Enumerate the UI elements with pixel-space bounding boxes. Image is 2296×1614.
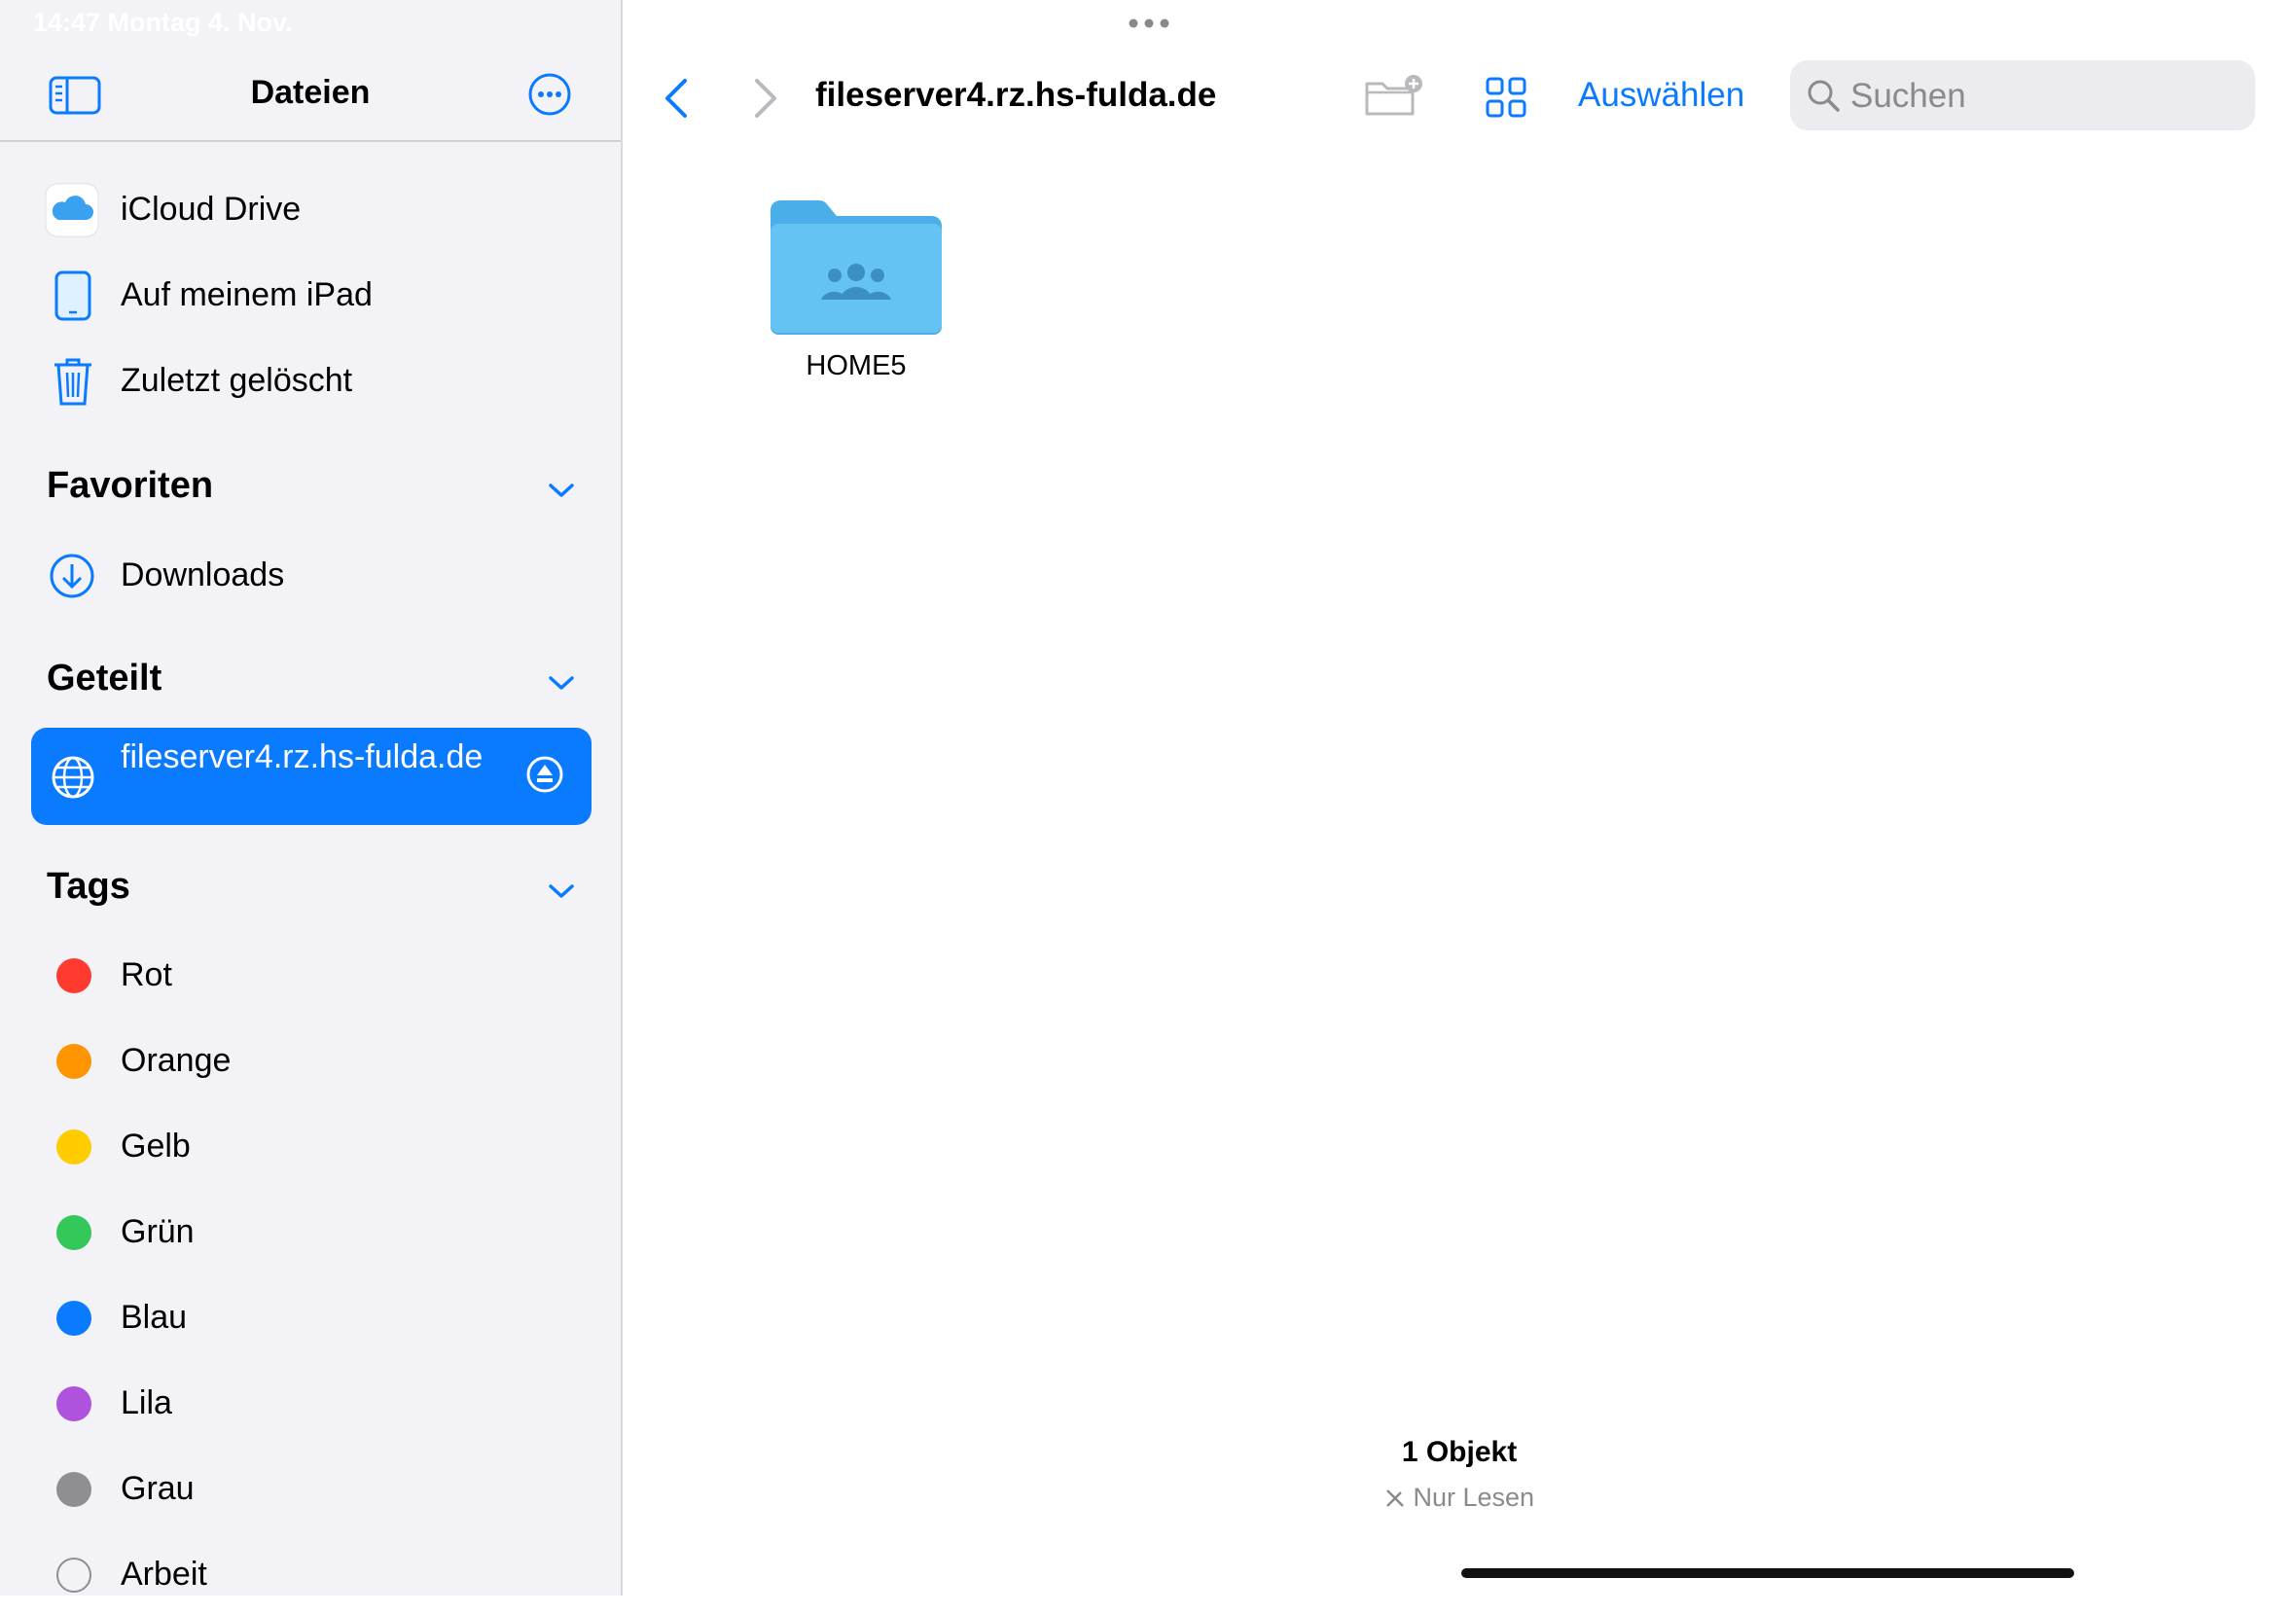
sidebar-tag-yellow[interactable]: Gelb: [0, 1108, 621, 1186]
chevron-down-icon[interactable]: [547, 481, 576, 505]
tag-color-dot: [56, 1472, 91, 1507]
read-only-status: Nur Lesen: [623, 1483, 2296, 1513]
item-count: 1 Objekt: [1401, 1436, 1518, 1468]
folder-name: HOME5: [806, 350, 907, 381]
sidebar-tag-green[interactable]: Grün: [0, 1194, 621, 1272]
sidebar-tag-orange[interactable]: Orange: [0, 1022, 621, 1100]
sidebar-tag-work[interactable]: Arbeit: [0, 1536, 621, 1614]
sidebar-item-on-my-ipad[interactable]: Auf meinem iPad: [0, 255, 621, 337]
tag-color-dot: [56, 1044, 91, 1079]
status-bar-time: 14:47 Montag 4. Nov.: [33, 8, 293, 37]
tag-color-dot: [56, 1215, 91, 1250]
sidebar-tag-label: Grau: [121, 1470, 195, 1507]
download-circle-icon: [49, 553, 95, 604]
new-folder-icon[interactable]: [1364, 74, 1426, 122]
eject-icon[interactable]: [525, 755, 564, 799]
sidebar-tag-label: Grün: [121, 1213, 195, 1250]
tag-color-dot: [56, 958, 91, 993]
folder-item-home5[interactable]: HOME5: [759, 198, 953, 393]
sidebar-tag-label: Rot: [121, 956, 172, 993]
tag-color-dot: [56, 1301, 91, 1336]
sidebar-tag-label: Blau: [121, 1299, 188, 1336]
tag-color-dot: [56, 1558, 91, 1593]
sidebar-item-label: Auf meinem iPad: [121, 276, 373, 313]
sidebar-tag-label: Arbeit: [121, 1556, 207, 1593]
sidebar-item-label: iCloud Drive: [121, 191, 302, 228]
search-icon: [1806, 78, 1841, 118]
sidebar: 14:47 Montag 4. Nov. Dateien iCloud Driv…: [0, 0, 623, 1596]
sidebar-header: Dateien: [0, 39, 621, 142]
globe-icon: [51, 755, 95, 805]
sidebar-tag-blue[interactable]: Blau: [0, 1279, 621, 1357]
grid-view-icon[interactable]: [1485, 76, 1527, 124]
sidebar-tag-purple[interactable]: Lila: [0, 1365, 621, 1443]
search-input[interactable]: [1848, 70, 2242, 123]
multitasking-dots-icon[interactable]: [1126, 16, 1172, 36]
sidebar-tag-red[interactable]: Rot: [0, 937, 621, 1015]
main-content: fileserver4.rz.hs-fulda.de Auswählen Suc…: [623, 0, 2296, 1596]
select-button[interactable]: Auswählen: [1578, 76, 1744, 115]
home-indicator[interactable]: [1461, 1568, 2074, 1578]
pencil-slash-icon: [1384, 1483, 1414, 1512]
chevron-down-icon[interactable]: [547, 881, 576, 906]
sidebar-tag-label: Orange: [121, 1042, 232, 1079]
forward-chevron-icon[interactable]: [751, 78, 780, 124]
tag-color-dot: [56, 1386, 91, 1421]
sidebar-item-label: fileserver4.rz.hs-fulda.de: [121, 738, 484, 775]
section-title-tags: Tags: [47, 866, 130, 907]
sidebar-tag-label: Gelb: [121, 1128, 191, 1165]
read-only-label: Nur Lesen: [1413, 1483, 1535, 1512]
sidebar-item-downloads[interactable]: Downloads: [0, 535, 621, 617]
tag-color-dot: [56, 1130, 91, 1165]
sidebar-item-recently-deleted[interactable]: Zuletzt gelöscht: [0, 341, 621, 422]
sidebar-item-label: Downloads: [121, 556, 285, 593]
shared-folder-icon: [759, 198, 953, 340]
location-title: fileserver4.rz.hs-fulda.de: [815, 76, 1217, 114]
chevron-down-icon[interactable]: [547, 673, 576, 698]
ipad-icon: [54, 270, 91, 326]
sidebar-item-fileserver[interactable]: fileserver4.rz.hs-fulda.de: [31, 728, 592, 825]
sidebar-item-icloud-drive[interactable]: iCloud Drive: [0, 169, 621, 251]
section-title-favorites: Favoriten: [47, 465, 214, 506]
more-options-icon[interactable]: [527, 72, 572, 122]
icloud-icon: [45, 183, 99, 242]
sidebar-tag-gray[interactable]: Grau: [0, 1451, 621, 1528]
trash-icon: [53, 356, 93, 412]
sidebar-tag-label: Lila: [121, 1384, 172, 1421]
section-title-shared: Geteilt: [47, 658, 162, 699]
back-chevron-icon[interactable]: [662, 78, 691, 124]
search-field[interactable]: [1790, 60, 2255, 130]
sidebar-item-label: Zuletzt gelöscht: [121, 362, 353, 399]
